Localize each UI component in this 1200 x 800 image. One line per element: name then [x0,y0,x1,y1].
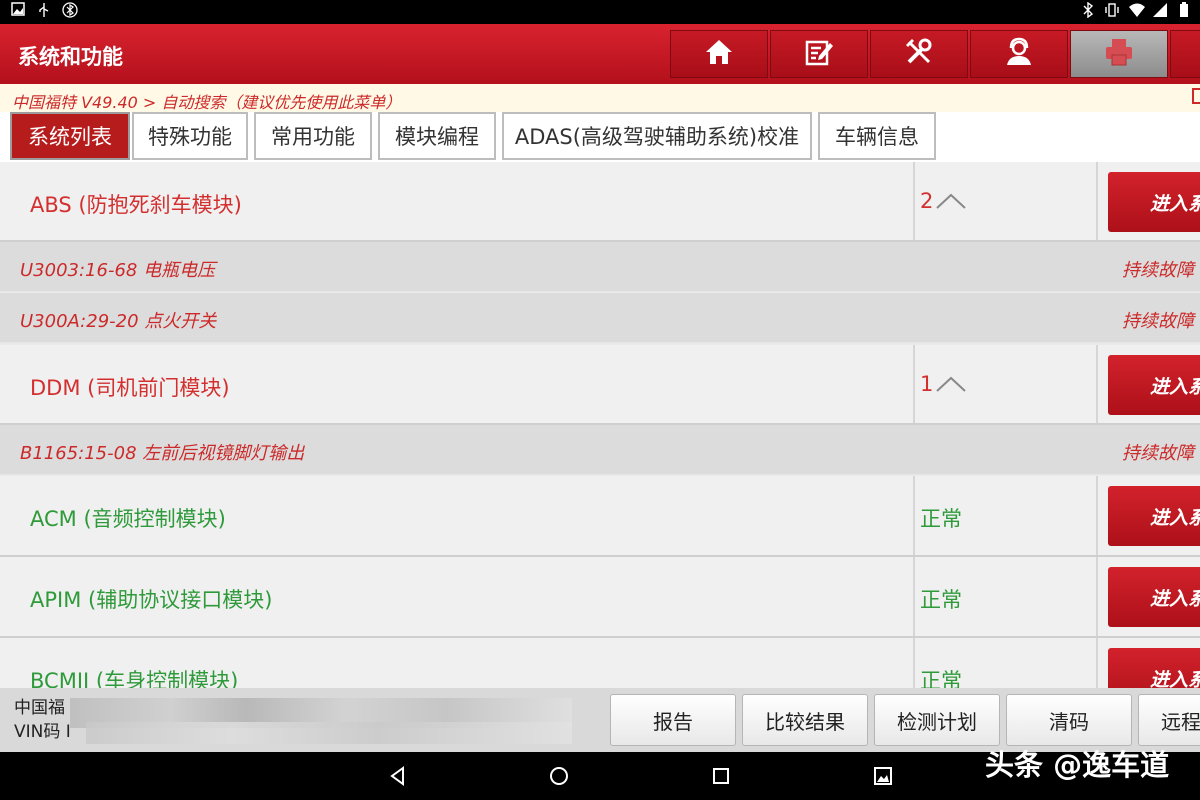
image-icon [10,2,26,20]
fault-code: B1165:15-08 左前后视镜脚灯输出 [20,443,305,464]
tools-icon [903,36,935,72]
fault-row: U300A:29-20 点火开关 持续故障 [0,293,1200,343]
module-name: BCMII (车身控制模块) [30,669,239,688]
home-button[interactable] [670,30,768,78]
tab-adas-calibration[interactable]: ADAS(高级驾驶辅助系统)校准 [502,112,812,160]
enter-system-button[interactable]: 进入系 [1108,648,1200,688]
fault-status: 持续故障 [1122,311,1194,332]
breadcrumb-text: 中国福特 V49.40 > 自动搜索（建议优先使用此菜单） [12,93,402,112]
edit-icon [803,36,835,72]
vehicle-vin: VIN码 I [14,722,71,742]
tab-system-list[interactable]: 系统列表 [10,112,130,160]
home-nav-icon[interactable] [548,765,570,787]
fault-row: B1165:15-08 左前后视镜脚灯输出 持续故障 [0,425,1200,475]
fault-code: U3003:16-68 电瓶电压 [20,260,216,281]
module-status: 2 [920,189,967,213]
app-header: 系统和功能 [0,24,1200,84]
vehicle-brand: 中国福 [14,698,65,718]
recents-icon[interactable] [710,765,732,787]
edit-button[interactable] [770,30,868,78]
tab-bar: 系统列表 特殊功能 常用功能 模块编程 ADAS(高级驾驶辅助系统)校准 车辆信… [0,112,1200,162]
vehicle-info: 中国福 VIN码 I [14,696,71,744]
fault-status: 持续故障 [1122,260,1194,281]
redacted-area [86,722,572,744]
tab-special-functions[interactable]: 特殊功能 [132,112,248,160]
collapse-icon[interactable] [1192,88,1200,104]
clear-codes-button[interactable]: 清码 [1006,694,1132,746]
printer-icon [1103,36,1135,72]
screenshot-icon[interactable] [872,765,894,787]
enter-system-button[interactable]: 进入系 [1108,172,1200,232]
module-row[interactable]: ABS (防抱死刹车模块) 2 进入系 [0,162,1200,242]
chevron-up-icon[interactable] [935,374,967,394]
vibrate-icon [1104,2,1120,20]
chevron-up-icon[interactable] [935,191,967,211]
module-row[interactable]: APIM (辅助协议接口模块) 正常 进入系 [0,557,1200,638]
module-name: ACM (音频控制模块) [30,507,226,531]
support-agent-icon [1003,36,1035,72]
enter-system-button[interactable]: 进入系 [1108,486,1200,546]
module-row[interactable]: BCMII (车身控制模块) 正常 进入系 [0,638,1200,688]
tab-vehicle-info[interactable]: 车辆信息 [818,112,936,160]
enter-system-button[interactable]: 进入系 [1108,355,1200,415]
signal-icon [1152,2,1168,20]
fault-status: 持续故障 [1122,443,1194,464]
report-button[interactable]: 报告 [610,694,736,746]
module-name: ABS (防抱死刹车模块) [30,193,242,217]
tools-button[interactable] [870,30,968,78]
back-icon[interactable] [387,765,409,787]
module-name: APIM (辅助协议接口模块) [30,588,273,612]
fault-code: U300A:29-20 点火开关 [20,311,217,332]
module-row[interactable]: DDM (司机前门模块) 1 进入系 [0,345,1200,425]
module-status: 正常 [920,588,962,612]
module-name: DDM (司机前门模块) [30,376,230,400]
print-button[interactable] [1070,30,1168,78]
enter-system-button[interactable]: 进入系 [1108,567,1200,627]
battery-icon [1176,2,1192,20]
system-list: ABS (防抱死刹车模块) 2 进入系 U3003:16-68 电瓶电压 持续故… [0,162,1200,688]
module-status: 1 [920,372,967,396]
status-bar [0,0,1200,24]
tab-module-programming[interactable]: 模块编程 [378,112,496,160]
watermark: 头条 @逸车道 [985,748,1170,782]
remote-button[interactable]: 远程 [1138,694,1200,746]
tab-common-functions[interactable]: 常用功能 [254,112,372,160]
bluetooth-icon [1080,1,1096,20]
module-row[interactable]: ACM (音频控制模块) 正常 进入系 [0,476,1200,557]
compare-results-button[interactable]: 比较结果 [742,694,868,746]
test-plan-button[interactable]: 检测计划 [874,694,1000,746]
module-status: 正常 [920,507,962,531]
bluetooth-circle-icon [62,2,78,20]
module-status: 正常 [920,669,962,688]
page-title: 系统和功能 [18,45,123,69]
support-button[interactable] [970,30,1068,78]
breadcrumb: 中国福特 V49.40 > 自动搜索（建议优先使用此菜单） [0,84,1200,112]
fault-row: U3003:16-68 电瓶电压 持续故障 [0,242,1200,292]
usb-icon [36,2,52,20]
home-icon [703,36,735,72]
more-button[interactable] [1170,30,1200,78]
wifi-icon [1128,2,1145,20]
